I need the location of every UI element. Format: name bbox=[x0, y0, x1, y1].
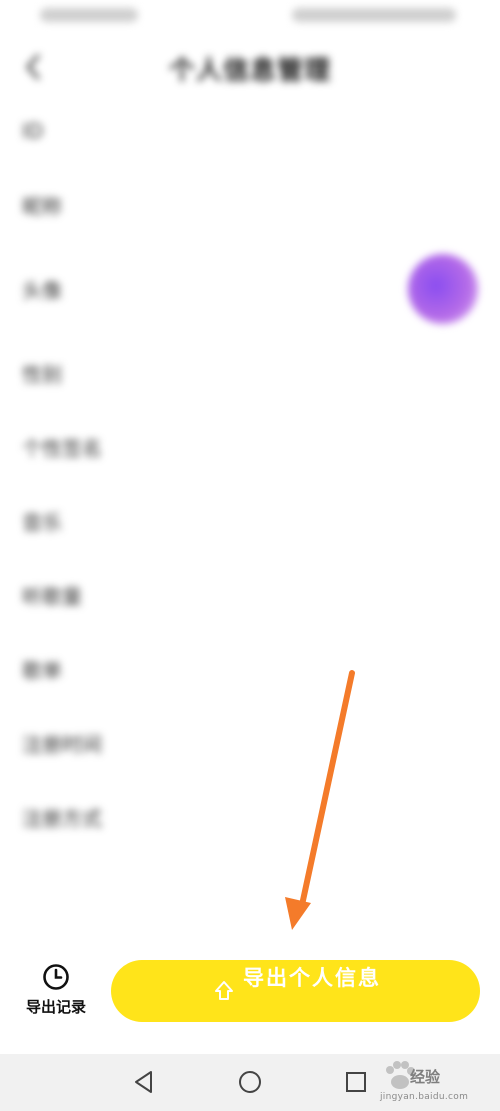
watermark-text: 经验 bbox=[410, 1068, 441, 1086]
info-row-gender[interactable]: 性别 bbox=[0, 336, 500, 410]
row-label: 个性签名 bbox=[22, 436, 102, 461]
avatar[interactable] bbox=[408, 254, 478, 324]
export-history-label: 导出记录 bbox=[25, 998, 86, 1016]
watermark: 经验 jingyan.baidu.com bbox=[380, 1054, 490, 1106]
row-label: 歌单 bbox=[22, 658, 62, 683]
info-row-register-method[interactable]: 注册方式 bbox=[0, 780, 500, 854]
export-button-label: 导出个人信息 bbox=[243, 966, 381, 990]
status-bar bbox=[0, 0, 500, 36]
row-label: 音乐 bbox=[22, 510, 62, 535]
info-row-avatar[interactable]: 头像 bbox=[0, 242, 500, 336]
square-recent-icon bbox=[346, 1072, 366, 1092]
info-row-register-time[interactable]: 注册时间 bbox=[0, 706, 500, 780]
nav-recent-button[interactable] bbox=[343, 1069, 369, 1095]
row-label: 注册时间 bbox=[22, 732, 102, 757]
info-row-signature[interactable]: 个性签名 bbox=[0, 410, 500, 484]
info-row-nickname[interactable]: 昵称 bbox=[0, 168, 500, 242]
circle-home-icon bbox=[239, 1071, 261, 1093]
row-label: 听歌量 bbox=[22, 584, 82, 609]
nav-home-button[interactable] bbox=[237, 1069, 263, 1095]
export-history-button[interactable]: 导出记录 bbox=[16, 962, 96, 1028]
nav-back-button[interactable] bbox=[131, 1069, 157, 1095]
export-personal-info-button[interactable]: 导出个人信息 bbox=[111, 960, 480, 1022]
upload-arrow-icon bbox=[215, 981, 233, 1000]
row-label: 注册方式 bbox=[22, 806, 102, 831]
row-label: 头像 bbox=[22, 278, 62, 303]
row-label: 性别 bbox=[22, 362, 62, 387]
header: 个人信息管理 bbox=[0, 40, 500, 94]
info-row-playlist[interactable]: 歌单 bbox=[0, 632, 500, 706]
clock-icon bbox=[43, 964, 69, 990]
status-bar-left bbox=[40, 8, 138, 22]
info-row-music[interactable]: 音乐 bbox=[0, 484, 500, 558]
info-list: ID 昵称 头像 性别 个性签名 音乐 听歌量 歌单 注册时间 注册方式 bbox=[0, 94, 500, 854]
row-label: 昵称 bbox=[22, 194, 62, 219]
page-title: 个人信息管理 bbox=[168, 56, 331, 86]
info-row-listen-count[interactable]: 听歌量 bbox=[0, 558, 500, 632]
triangle-back-icon bbox=[135, 1071, 152, 1093]
watermark-url: jingyan.baidu.com bbox=[380, 1092, 469, 1102]
status-bar-right bbox=[292, 8, 456, 22]
info-row-id[interactable]: ID bbox=[0, 94, 500, 168]
row-label: ID bbox=[22, 119, 44, 143]
